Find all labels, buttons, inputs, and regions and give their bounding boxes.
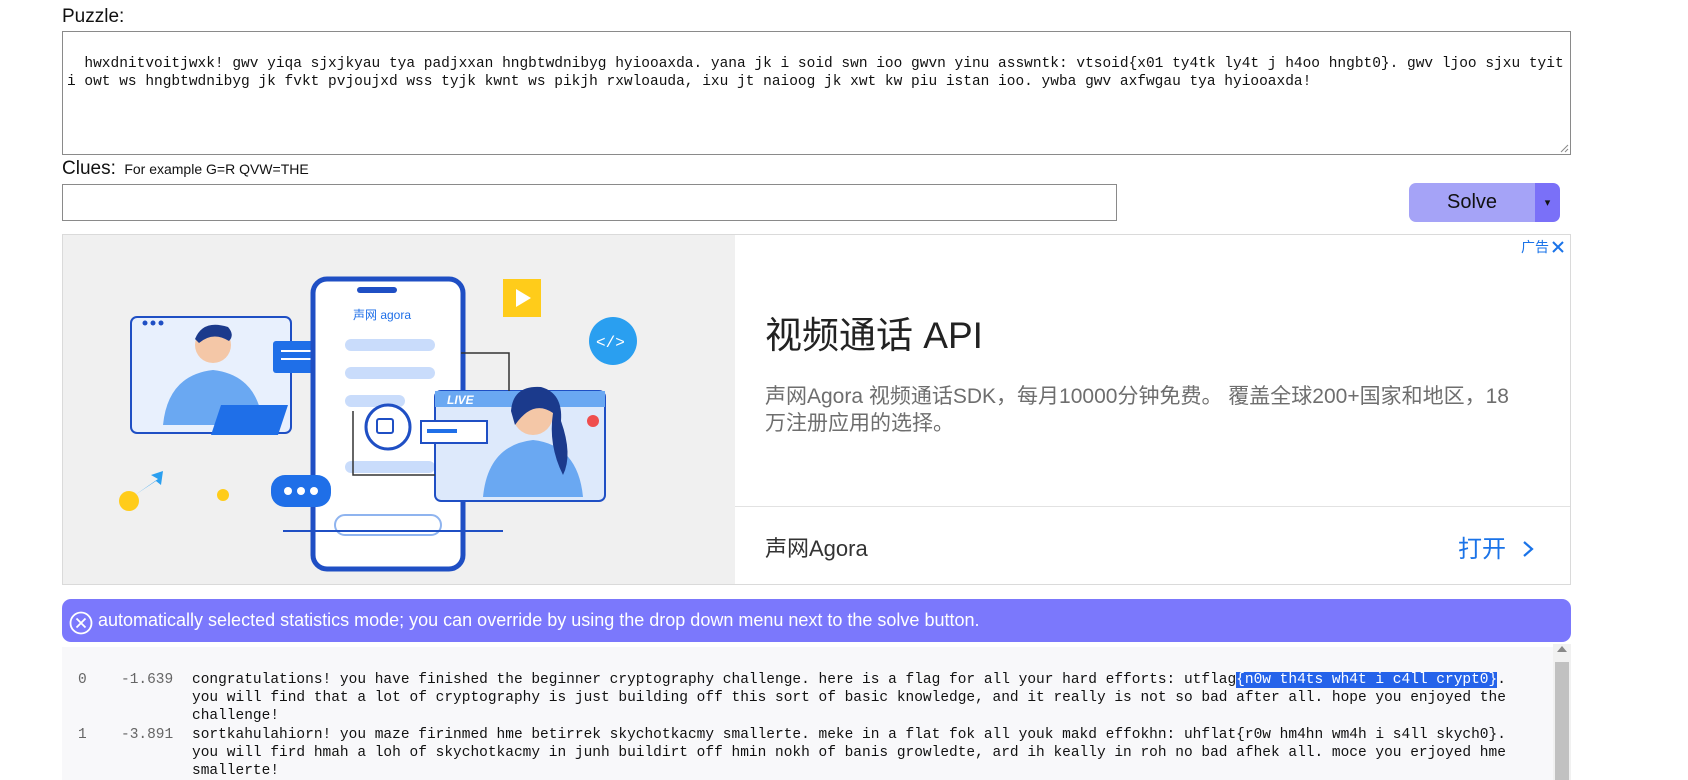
result-text-before: congratulations! you have finished the b… [192, 672, 1237, 688]
ad-illustration-logo: 声网 agora [353, 308, 411, 322]
ad-open-label: 打开 [1458, 536, 1506, 563]
result-index: 1 [78, 727, 87, 743]
ad-divider [735, 506, 1570, 507]
result-text: congratulations! you have finished the b… [192, 671, 1532, 725]
chevron-right-icon [1522, 541, 1534, 557]
clues-row: Clues: For example G=R QVW=THE [62, 158, 309, 182]
chevron-down-icon: ▾ [1544, 197, 1551, 209]
results-scrollbar[interactable] [1553, 644, 1571, 780]
ad-badge-label: 广告 [1521, 239, 1549, 255]
notice-banner: automatically selected statistics mode; … [62, 599, 1571, 642]
ad-headline[interactable]: 视频通话 API [765, 305, 983, 359]
resize-grip-icon[interactable] [1559, 143, 1569, 153]
svg-text:</>: </> [596, 334, 625, 352]
puzzle-text: hwxdnitvoitjwxk! gwv yiqa sjxjkyau tya p… [67, 56, 1564, 90]
ad-open-link[interactable]: 打开 [1458, 529, 1535, 564]
result-score: -1.639 [121, 672, 174, 688]
ad-body: 声网Agora 视频通话SDK，每月10000分钟免费。 覆盖全球200+国家和… [765, 385, 1509, 435]
results-list: 0 -1.639 congratulations! you have finis… [62, 647, 1571, 780]
clues-label: Clues: [62, 158, 116, 179]
result-text: sortkahulahiorn! you maze firinmed hme b… [192, 726, 1532, 780]
ad-illustration-live: LIVE [447, 393, 475, 407]
puzzle-textarea[interactable]: hwxdnitvoitjwxk! gwv yiqa sjxjkyau tya p… [62, 31, 1571, 155]
solve-button[interactable]: Solve [1409, 183, 1535, 222]
result-index: 0 [78, 672, 87, 688]
result-text-before: sortkahulahiorn! you maze firinmed hme b… [192, 727, 1506, 779]
advertisement[interactable]: 声网 agora </> LIVE 视频通话 API 声网Agora 视频通话S… [62, 234, 1571, 585]
close-circle-icon[interactable] [68, 610, 94, 636]
notice-text: automatically selected statistics mode; … [98, 610, 980, 630]
ad-advertiser: 声网Agora [765, 536, 868, 561]
puzzle-label: Puzzle: [62, 6, 125, 27]
result-text-highlight: {n0w th4ts wh4t i c4ll crypt0} [1236, 672, 1498, 688]
close-icon[interactable] [1551, 240, 1565, 254]
clues-hint: For example G=R QVW=THE [124, 161, 309, 177]
scrollbar-thumb[interactable] [1555, 662, 1569, 780]
result-score: -3.891 [121, 727, 174, 743]
scroll-up-arrow-icon[interactable] [1557, 646, 1567, 652]
solve-button-group: Solve ▾ [1409, 183, 1560, 222]
ad-choices-badge[interactable]: 广告 [1521, 237, 1565, 257]
solve-mode-dropdown[interactable]: ▾ [1535, 183, 1560, 222]
ad-illustration: 声网 agora </> LIVE [63, 235, 735, 584]
clues-input[interactable] [62, 184, 1117, 221]
